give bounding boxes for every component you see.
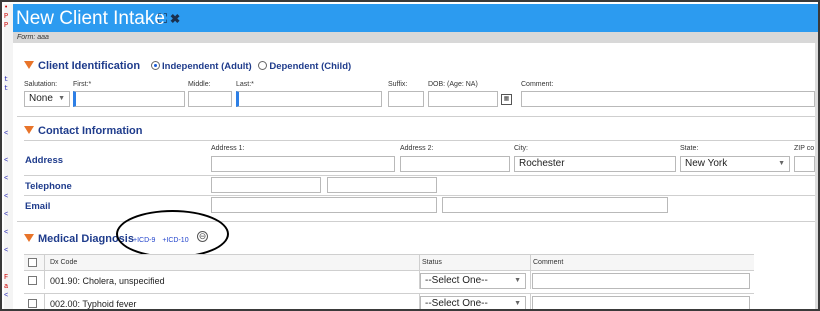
row-checkbox[interactable] [28,299,37,308]
column-header-comment: Comment [533,259,564,266]
gutter-char: < [4,130,9,138]
comment-input[interactable] [521,91,815,107]
state-value: New York [685,158,728,169]
zip-input[interactable] [794,156,815,172]
suffix-input[interactable] [388,91,424,107]
radio-dependent[interactable]: Dependent (Child) [258,61,351,72]
dx-code-cell: 001.90: Cholera, unspecified [50,276,165,286]
column-header-code: Dx Code [50,259,78,266]
middle-name-input[interactable] [188,91,232,107]
address1-label: Address 1: [211,145,245,152]
column-header-status: Status [422,259,442,266]
annotation-circle [116,210,229,258]
address1-input[interactable] [211,156,395,172]
section-title: Client Identification [38,60,141,72]
gutter-char: a [4,283,9,291]
title-bar: New Client Intake ⛶✖ [13,4,818,32]
email-row-label: Email [25,201,51,212]
salutation-value: None [29,93,53,104]
address-row-label: Address [25,155,64,166]
address2-label: Address 2: [400,145,434,152]
window-controls: ⛶✖ [158,11,183,27]
first-name-input[interactable] [73,91,185,107]
collapse-icon[interactable]: ✖ [170,11,183,26]
gutter-char: < [4,193,9,201]
suffix-label: Suffix: [388,81,408,88]
collapse-triangle-icon [24,61,34,69]
comment-label: Comment: [521,81,554,88]
telephone-row-label: Telephone [25,181,72,192]
dob-label: DOB: (Age: NA) [428,81,478,88]
divider [24,195,815,196]
section-title: Contact Information [38,125,143,137]
radio-label: Independent (Adult) [162,61,252,72]
dob-input[interactable] [428,91,498,107]
chevron-down-icon: ▼ [58,95,65,102]
calendar-icon[interactable]: ▦ [501,94,512,105]
select-all-checkbox[interactable] [28,258,37,267]
status-value: --Select One-- [425,298,488,309]
chevron-down-icon: ▼ [514,277,521,284]
section-client-identification[interactable]: Client Identification [24,60,140,72]
divider [24,140,815,141]
gutter-char: P [4,13,9,21]
gutter-char: F [4,274,9,282]
editor-gutter: • P P t t < < < < < < < F a < [4,4,13,309]
gutter-char: < [4,292,9,300]
collapse-triangle-icon [24,126,34,134]
chevron-down-icon: ▼ [514,300,521,307]
window-title: New Client Intake [16,8,165,29]
telephone-ext-input[interactable] [327,177,437,193]
status-select[interactable]: --Select One-- ▼ [420,296,526,309]
section-contact-information[interactable]: Contact Information [24,125,143,137]
table-row[interactable]: 001.90: Cholera, unspecified --Select On… [24,270,754,289]
gutter-char: P [4,22,9,30]
city-input[interactable]: Rochester [514,156,676,172]
city-label: City: [514,145,528,152]
client-type-radio-group: Independent (Adult) Dependent (Child) [151,61,351,72]
status-value: --Select One-- [425,275,488,286]
radio-unselected-icon [258,61,268,70]
state-label: State: [680,145,699,152]
gutter-char: < [4,157,9,165]
gutter-char: t [4,76,9,84]
status-select[interactable]: --Select One-- ▼ [420,273,526,289]
last-name-input[interactable] [236,91,382,107]
gutter-char: < [4,175,9,183]
gutter-char: t [4,85,9,93]
gutter-char: • [4,4,9,12]
radio-selected-icon [151,61,160,70]
divider [17,116,815,117]
comment-input[interactable] [532,296,750,309]
last-name-label: Last:* [236,81,254,88]
radio-independent[interactable]: Independent (Adult) [151,61,252,72]
salutation-select[interactable]: None ▼ [24,91,70,107]
app-window: • P P t t < < < < < < < F a < New Client… [0,0,820,311]
chevron-down-icon: ▼ [778,160,785,167]
gutter-char: < [4,229,9,237]
radio-label: Dependent (Child) [269,61,352,72]
row-checkbox[interactable] [28,276,37,285]
email-secondary-input[interactable] [442,197,668,213]
dx-code-cell: 002.00: Typhoid fever [50,299,137,309]
address2-input[interactable] [400,156,510,172]
middle-name-label: Middle: [188,81,211,88]
state-select[interactable]: New York ▼ [680,156,790,172]
divider [24,175,815,176]
table-header: Dx Code Status Comment [24,254,754,270]
first-name-label: First:* [73,81,92,88]
table-row[interactable]: 002.00: Typhoid fever --Select One-- ▼ [24,293,754,309]
collapse-triangle-icon [24,234,34,242]
zip-label: ZIP co [794,145,815,152]
form-label: Form: aaa [13,32,818,43]
comment-input[interactable] [532,273,750,289]
email-input[interactable] [211,197,437,213]
gutter-char: < [4,211,9,219]
scrollbar[interactable] [815,43,818,309]
telephone-input[interactable] [211,177,321,193]
salutation-label: Salutation: [24,81,58,88]
gutter-char: < [4,247,9,255]
expand-icon[interactable]: ⛶ [158,11,170,26]
